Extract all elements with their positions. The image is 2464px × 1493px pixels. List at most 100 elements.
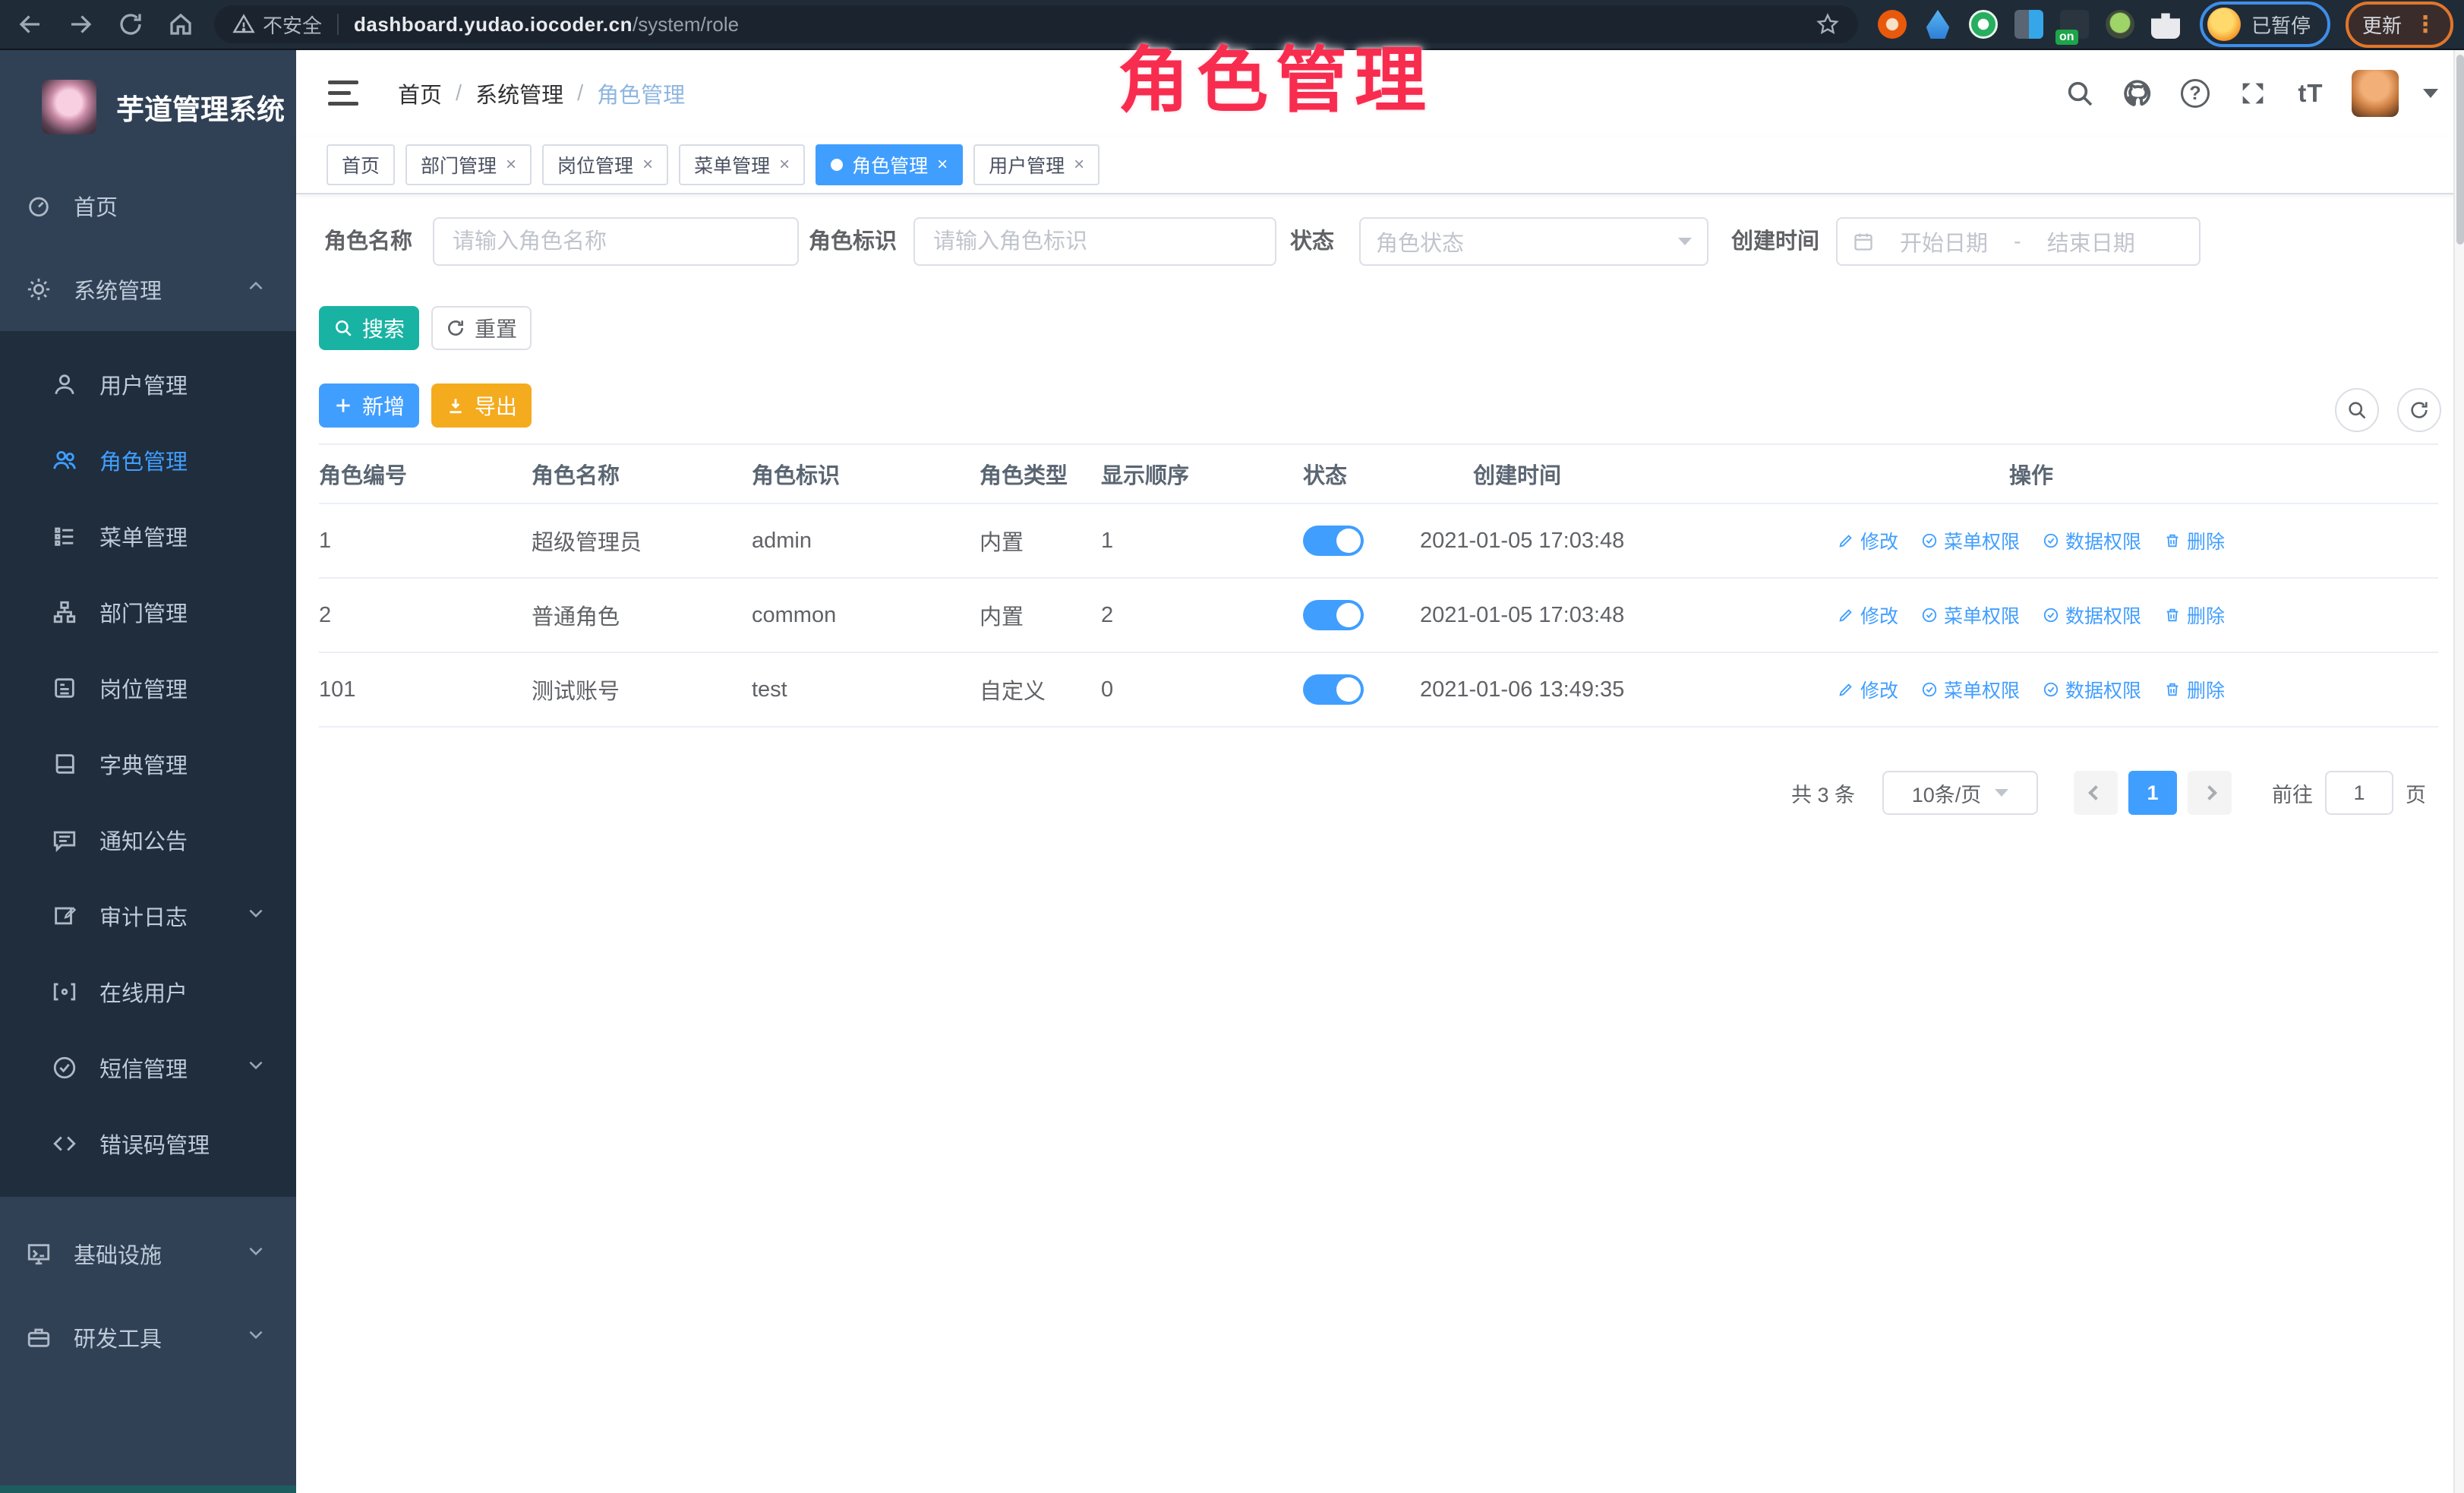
sidebar-item-error-codes[interactable]: 错误码管理 [0,1106,296,1182]
data-permission-link[interactable]: 数据权限 [2043,601,2141,629]
goto-page-input[interactable] [2325,771,2393,815]
role-name-input[interactable] [433,217,799,266]
address-bar[interactable]: 不安全 dashboard.yudao.iocoder.cn/system/ro… [214,5,1858,43]
browser-menu-kebab-icon[interactable]: ⋮ [2414,11,2437,38]
add-button[interactable]: 新增 [319,384,419,428]
close-icon[interactable]: × [1074,154,1084,175]
menu-permission-link[interactable]: 菜单权限 [1921,527,2020,554]
extension-icon-puzzle[interactable] [2151,10,2180,39]
browser-reload-button[interactable] [111,5,150,44]
refresh-icon [446,318,465,338]
browser-home-button[interactable] [161,5,200,44]
page-size-select[interactable]: 10条/页 [1882,771,2038,815]
search-icon[interactable] [2063,77,2096,110]
github-icon[interactable] [2121,77,2154,110]
tab-home[interactable]: 首页 [327,144,395,185]
page-number-1[interactable]: 1 [2128,771,2177,815]
browser-forward-button[interactable] [61,5,100,44]
user-avatar[interactable] [2352,70,2399,117]
close-icon[interactable]: × [779,154,790,175]
tab-departments[interactable]: 部门管理 × [405,144,532,185]
prev-page-button[interactable] [2074,771,2118,815]
edit-link[interactable]: 修改 [1838,676,1898,703]
goto-page-group: 前往 页 [2272,771,2426,815]
close-icon[interactable]: × [642,154,653,175]
sidebar-item-dict[interactable]: 字典管理 [0,726,296,802]
gear-icon [25,276,52,303]
menu-permission-link[interactable]: 菜单权限 [1921,676,2020,703]
sidebar-item-posts[interactable]: 岗位管理 [0,650,296,726]
browser-update-button[interactable]: 更新 ⋮ [2346,2,2453,48]
trash-icon [2164,681,2181,698]
help-icon[interactable]: ? [2178,77,2212,110]
tab-users[interactable]: 用户管理 × [973,144,1099,185]
breadcrumb-system[interactable]: 系统管理 [475,77,563,109]
app-logo-row[interactable]: 芋道管理系统 [0,50,296,164]
browser-chrome: 不安全 dashboard.yudao.iocoder.cn/system/ro… [0,0,2464,50]
page-scrollbar[interactable] [2453,50,2464,1493]
bookmark-star-icon[interactable] [1816,12,1840,36]
sidebar-item-infrastructure[interactable]: 基础设施 [0,1212,296,1296]
table-row: 1 超级管理员 admin 内置 1 2021-01-05 17:03:48 修… [319,504,2438,579]
extension-icon-dark-on[interactable]: on [2060,10,2089,39]
browser-profile-chip[interactable]: 已暂停 [2200,2,2330,47]
tab-posts[interactable]: 岗位管理 × [542,144,668,185]
extension-icon-monkey[interactable] [2106,10,2134,39]
tab-roles-active[interactable]: 角色管理 × [816,144,963,185]
status-toggle[interactable] [1303,674,1364,705]
sidebar-item-audit-log[interactable]: 审计日志 [0,878,296,954]
sidebar-item-label: 短信管理 [99,1052,188,1084]
extension-icon-blocks[interactable] [2014,10,2043,39]
font-size-icon[interactable]: tT [2294,77,2327,110]
tab-menus[interactable]: 菜单管理 × [679,144,805,185]
search-button[interactable]: 搜索 [319,306,419,350]
close-icon[interactable]: × [937,154,948,175]
status-toggle[interactable] [1303,600,1364,630]
badge-icon [51,674,78,702]
breadcrumb-home[interactable]: 首页 [398,77,442,109]
security-warning[interactable]: 不安全 [232,11,322,39]
extension-icon-orange[interactable] [1878,10,1907,39]
header-actions: ? tT [2063,70,2438,117]
sidebar-toggle-icon[interactable] [328,80,358,106]
sidebar-item-label: 用户管理 [99,368,188,400]
delete-link[interactable]: 删除 [2164,527,2225,554]
delete-link[interactable]: 删除 [2164,676,2225,703]
sidebar-item-dev-tools[interactable]: 研发工具 [0,1296,296,1379]
extension-icon-blue-drop[interactable] [1923,10,1952,39]
fullscreen-icon[interactable] [2236,77,2270,110]
cell-id: 101 [319,677,532,702]
close-icon[interactable]: × [506,154,516,175]
sidebar-item-menus[interactable]: 菜单管理 [0,498,296,574]
scrollbar-thumb[interactable] [2456,55,2464,245]
sidebar-item-label: 菜单管理 [99,520,188,552]
menu-permission-link[interactable]: 菜单权限 [1921,601,2020,629]
delete-link[interactable]: 删除 [2164,601,2225,629]
role-key-input[interactable] [913,217,1276,266]
sidebar-item-online-users[interactable]: 在线用户 [0,954,296,1030]
sidebar-item-system[interactable]: 系统管理 [0,248,296,331]
browser-back-button[interactable] [11,5,50,44]
edit-link[interactable]: 修改 [1838,527,1898,554]
data-permission-link[interactable]: 数据权限 [2043,676,2141,703]
sidebar-item-departments[interactable]: 部门管理 [0,574,296,650]
sidebar-item-users[interactable]: 用户管理 [0,346,296,422]
status-select[interactable]: 角色状态 [1359,217,1708,266]
cell-sort: 1 [1101,529,1283,554]
sidebar-item-roles[interactable]: 角色管理 [0,422,296,498]
toggle-search-button[interactable] [2335,388,2379,432]
refresh-table-button[interactable] [2397,388,2441,432]
export-button[interactable]: 导出 [431,384,532,428]
create-time-range-picker[interactable]: 开始日期 - 结束日期 [1836,217,2201,266]
extension-icon-green-circle[interactable] [1969,10,1998,39]
edit-link[interactable]: 修改 [1838,601,1898,629]
data-permission-link[interactable]: 数据权限 [2043,527,2141,554]
reset-button[interactable]: 重置 [431,306,532,350]
status-toggle[interactable] [1303,526,1364,556]
sidebar-item-home[interactable]: 首页 [0,164,296,248]
avatar-caret-icon[interactable] [2423,89,2438,98]
next-page-button[interactable] [2188,771,2232,815]
sidebar-item-label: 岗位管理 [99,672,188,704]
sidebar-item-notice[interactable]: 通知公告 [0,802,296,878]
sidebar-item-sms[interactable]: 短信管理 [0,1030,296,1106]
